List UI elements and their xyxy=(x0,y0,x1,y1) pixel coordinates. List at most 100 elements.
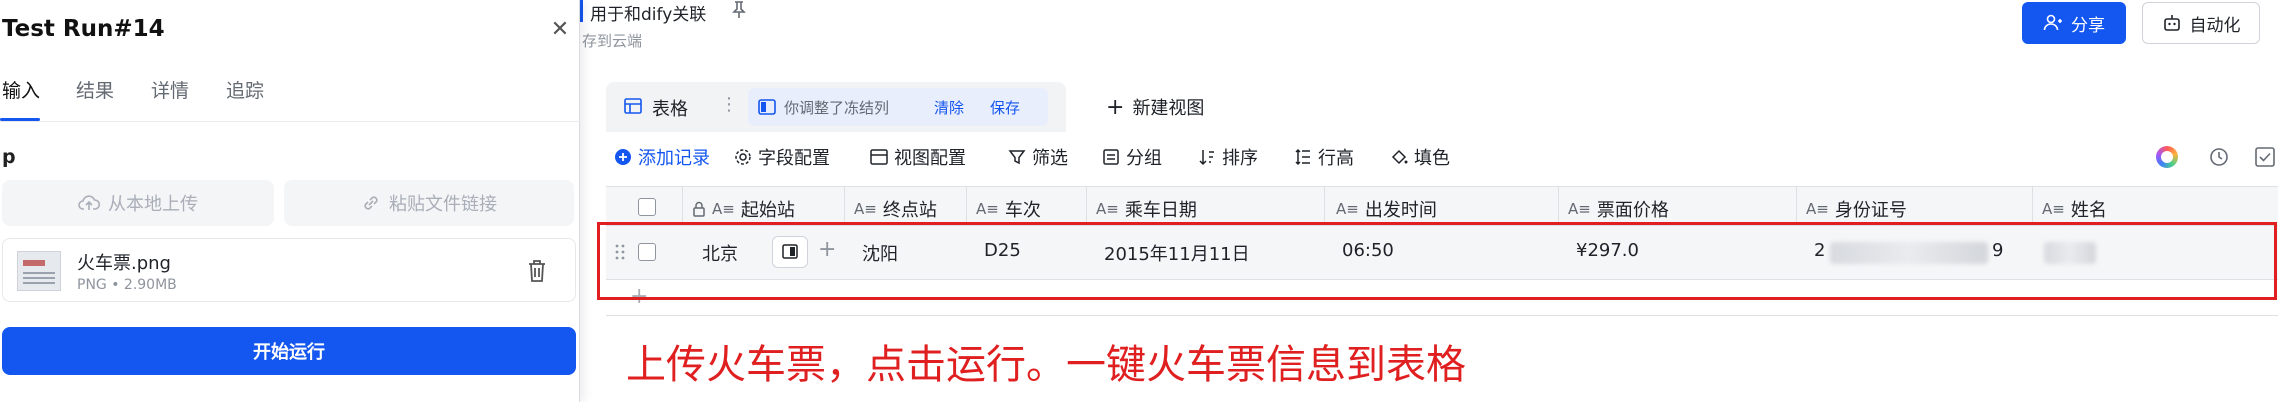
plus-icon: + xyxy=(1106,94,1125,120)
paint-bucket-icon xyxy=(1391,149,1408,165)
column-header-train[interactable]: A≡ 车次 xyxy=(976,196,1041,222)
close-icon[interactable]: ✕ xyxy=(548,18,572,42)
view-tab-table[interactable]: 表格 ⋮ 你调整了冻结列 清除 保存 xyxy=(606,82,1066,132)
view-config-button[interactable]: 视图配置 xyxy=(870,144,966,170)
text-field-icon: A≡ xyxy=(854,200,877,218)
group-button[interactable]: 分组 xyxy=(1102,144,1162,170)
view-config-label: 视图配置 xyxy=(894,148,966,169)
cell-date[interactable]: 2015年11月11日 xyxy=(1104,240,1250,266)
freeze-notice: 你调整了冻结列 清除 保存 xyxy=(748,88,1048,126)
data-grid: A≡ 起始站 A≡ 终点站 A≡ 车次 A≡ 乘车日期 A≡ 出发时间 A≡ 票… xyxy=(606,186,2278,316)
id-visible-start: 2 xyxy=(1814,240,1826,261)
table-row[interactable]: 北京 + 沈阳 D25 2015年11月11日 06:50 ¥297.0 2 9 xyxy=(606,226,2278,280)
row-height-button[interactable]: 行高 xyxy=(1294,144,1354,170)
more-icon[interactable]: ⋮ xyxy=(720,94,738,115)
cell-name[interactable] xyxy=(2032,226,2278,280)
column-header-date[interactable]: A≡ 乘车日期 xyxy=(1096,196,1197,222)
sort-label: 排序 xyxy=(1222,148,1258,169)
tab-input[interactable]: 输入 xyxy=(2,76,40,103)
add-row[interactable]: + xyxy=(606,280,2278,316)
field-label: p xyxy=(2,146,16,168)
text-field-icon: A≡ xyxy=(1568,200,1591,218)
link-icon xyxy=(364,196,378,210)
pin-icon[interactable] xyxy=(730,0,748,20)
row-height-icon xyxy=(1295,148,1310,166)
doc-subtitle: 存到云端 xyxy=(582,32,643,50)
column-label: 起始站 xyxy=(740,200,795,221)
annotation-text: 上传火车票，点击运行。一键火车票信息到表格 xyxy=(626,342,1466,388)
column-label: 出发时间 xyxy=(1364,200,1437,221)
freeze-column-icon xyxy=(758,99,776,115)
column-header-id[interactable]: A≡ 身份证号 xyxy=(1806,196,1907,222)
add-circle-icon xyxy=(615,149,631,165)
automation-button[interactable]: 自动化 xyxy=(2142,2,2260,44)
field-config-button[interactable]: 字段配置 xyxy=(734,144,830,170)
column-header-time[interactable]: A≡ 出发时间 xyxy=(1336,196,1437,222)
filter-label: 筛选 xyxy=(1032,148,1068,169)
share-button[interactable]: 分享 xyxy=(2022,2,2126,44)
file-meta: PNG • 2.90MB xyxy=(77,277,177,293)
column-header-name[interactable]: A≡ 姓名 xyxy=(2042,196,2107,222)
row-checkbox[interactable] xyxy=(638,243,656,261)
text-field-icon: A≡ xyxy=(712,200,735,218)
column-header-price[interactable]: A≡ 票面价格 xyxy=(1568,196,1669,222)
trash-icon[interactable] xyxy=(525,257,549,285)
plus-icon[interactable]: + xyxy=(818,237,836,262)
column-label: 终点站 xyxy=(882,200,937,221)
cell-id-number[interactable]: 2 9 xyxy=(1796,226,2032,280)
group-icon xyxy=(1103,149,1119,165)
text-field-icon: A≡ xyxy=(1336,200,1359,218)
sort-button[interactable]: 排序 xyxy=(1198,144,1258,170)
checklist-icon[interactable] xyxy=(2254,146,2276,168)
freeze-notice-text: 你调整了冻结列 xyxy=(784,99,890,117)
select-all-checkbox[interactable] xyxy=(638,198,656,216)
table-icon xyxy=(624,98,642,114)
table-toolbar: 添加记录 字段配置 视图配置 筛选 分组 排序 行高 填色 xyxy=(614,144,2278,174)
column-header-start[interactable]: A≡ 起始站 xyxy=(692,196,795,222)
tab-details[interactable]: 详情 xyxy=(151,76,189,103)
view-settings-icon xyxy=(870,149,888,165)
expand-record-button[interactable] xyxy=(772,236,808,268)
tab-result[interactable]: 结果 xyxy=(76,76,114,103)
gear-icon xyxy=(735,149,751,165)
new-view-button[interactable]: + 新建视图 xyxy=(1106,94,1204,120)
active-tab-indicator xyxy=(0,118,40,121)
user-add-icon xyxy=(2043,14,2062,31)
column-header-end[interactable]: A≡ 终点站 xyxy=(854,196,937,222)
history-icon[interactable] xyxy=(2208,146,2230,168)
file-name: 火车票.png xyxy=(77,253,171,274)
add-record-button[interactable]: 添加记录 xyxy=(614,144,710,170)
new-view-label: 新建视图 xyxy=(1132,98,1205,119)
view-bar: 表格 ⋮ 你调整了冻结列 清除 保存 + 新建视图 xyxy=(606,82,2278,132)
column-label: 身份证号 xyxy=(1834,200,1907,221)
text-field-icon: A≡ xyxy=(1806,200,1829,218)
save-freeze-button[interactable]: 保存 xyxy=(990,97,1020,118)
upload-local-button[interactable]: 从本地上传 xyxy=(2,180,274,226)
column-label: 票面价格 xyxy=(1596,200,1669,221)
tab-trace[interactable]: 追踪 xyxy=(226,76,264,103)
column-label: 姓名 xyxy=(2070,200,2107,221)
ai-assistant-icon[interactable] xyxy=(2156,146,2178,168)
plus-icon[interactable]: + xyxy=(630,284,648,309)
cell-train[interactable]: D25 xyxy=(984,240,1021,261)
id-visible-end: 9 xyxy=(1992,240,2004,261)
upload-local-label: 从本地上传 xyxy=(108,194,198,215)
robot-icon xyxy=(2163,15,2180,31)
redacted-id xyxy=(1830,242,1988,264)
cell-price[interactable]: ¥297.0 xyxy=(1576,240,1639,261)
paste-link-button[interactable]: 粘贴文件链接 xyxy=(284,180,574,226)
doc-title: 用于和dify关联 xyxy=(590,5,707,25)
text-field-icon: A≡ xyxy=(1096,200,1119,218)
start-run-button[interactable]: 开始运行 xyxy=(2,327,576,375)
add-record-label: 添加记录 xyxy=(638,148,710,169)
filter-button[interactable]: 筛选 xyxy=(1008,144,1068,170)
drag-handle-icon[interactable] xyxy=(614,243,626,261)
fill-color-button[interactable]: 填色 xyxy=(1390,144,1450,170)
file-thumbnail xyxy=(17,251,61,291)
view-tab-label: 表格 xyxy=(652,99,688,120)
clear-freeze-button[interactable]: 清除 xyxy=(934,97,964,118)
cell-start[interactable]: 北京 xyxy=(702,240,738,266)
panel-tabs: 输入 结果 详情 追踪 xyxy=(0,72,580,122)
cell-time[interactable]: 06:50 xyxy=(1342,240,1394,261)
cell-end[interactable]: 沈阳 xyxy=(862,240,898,266)
